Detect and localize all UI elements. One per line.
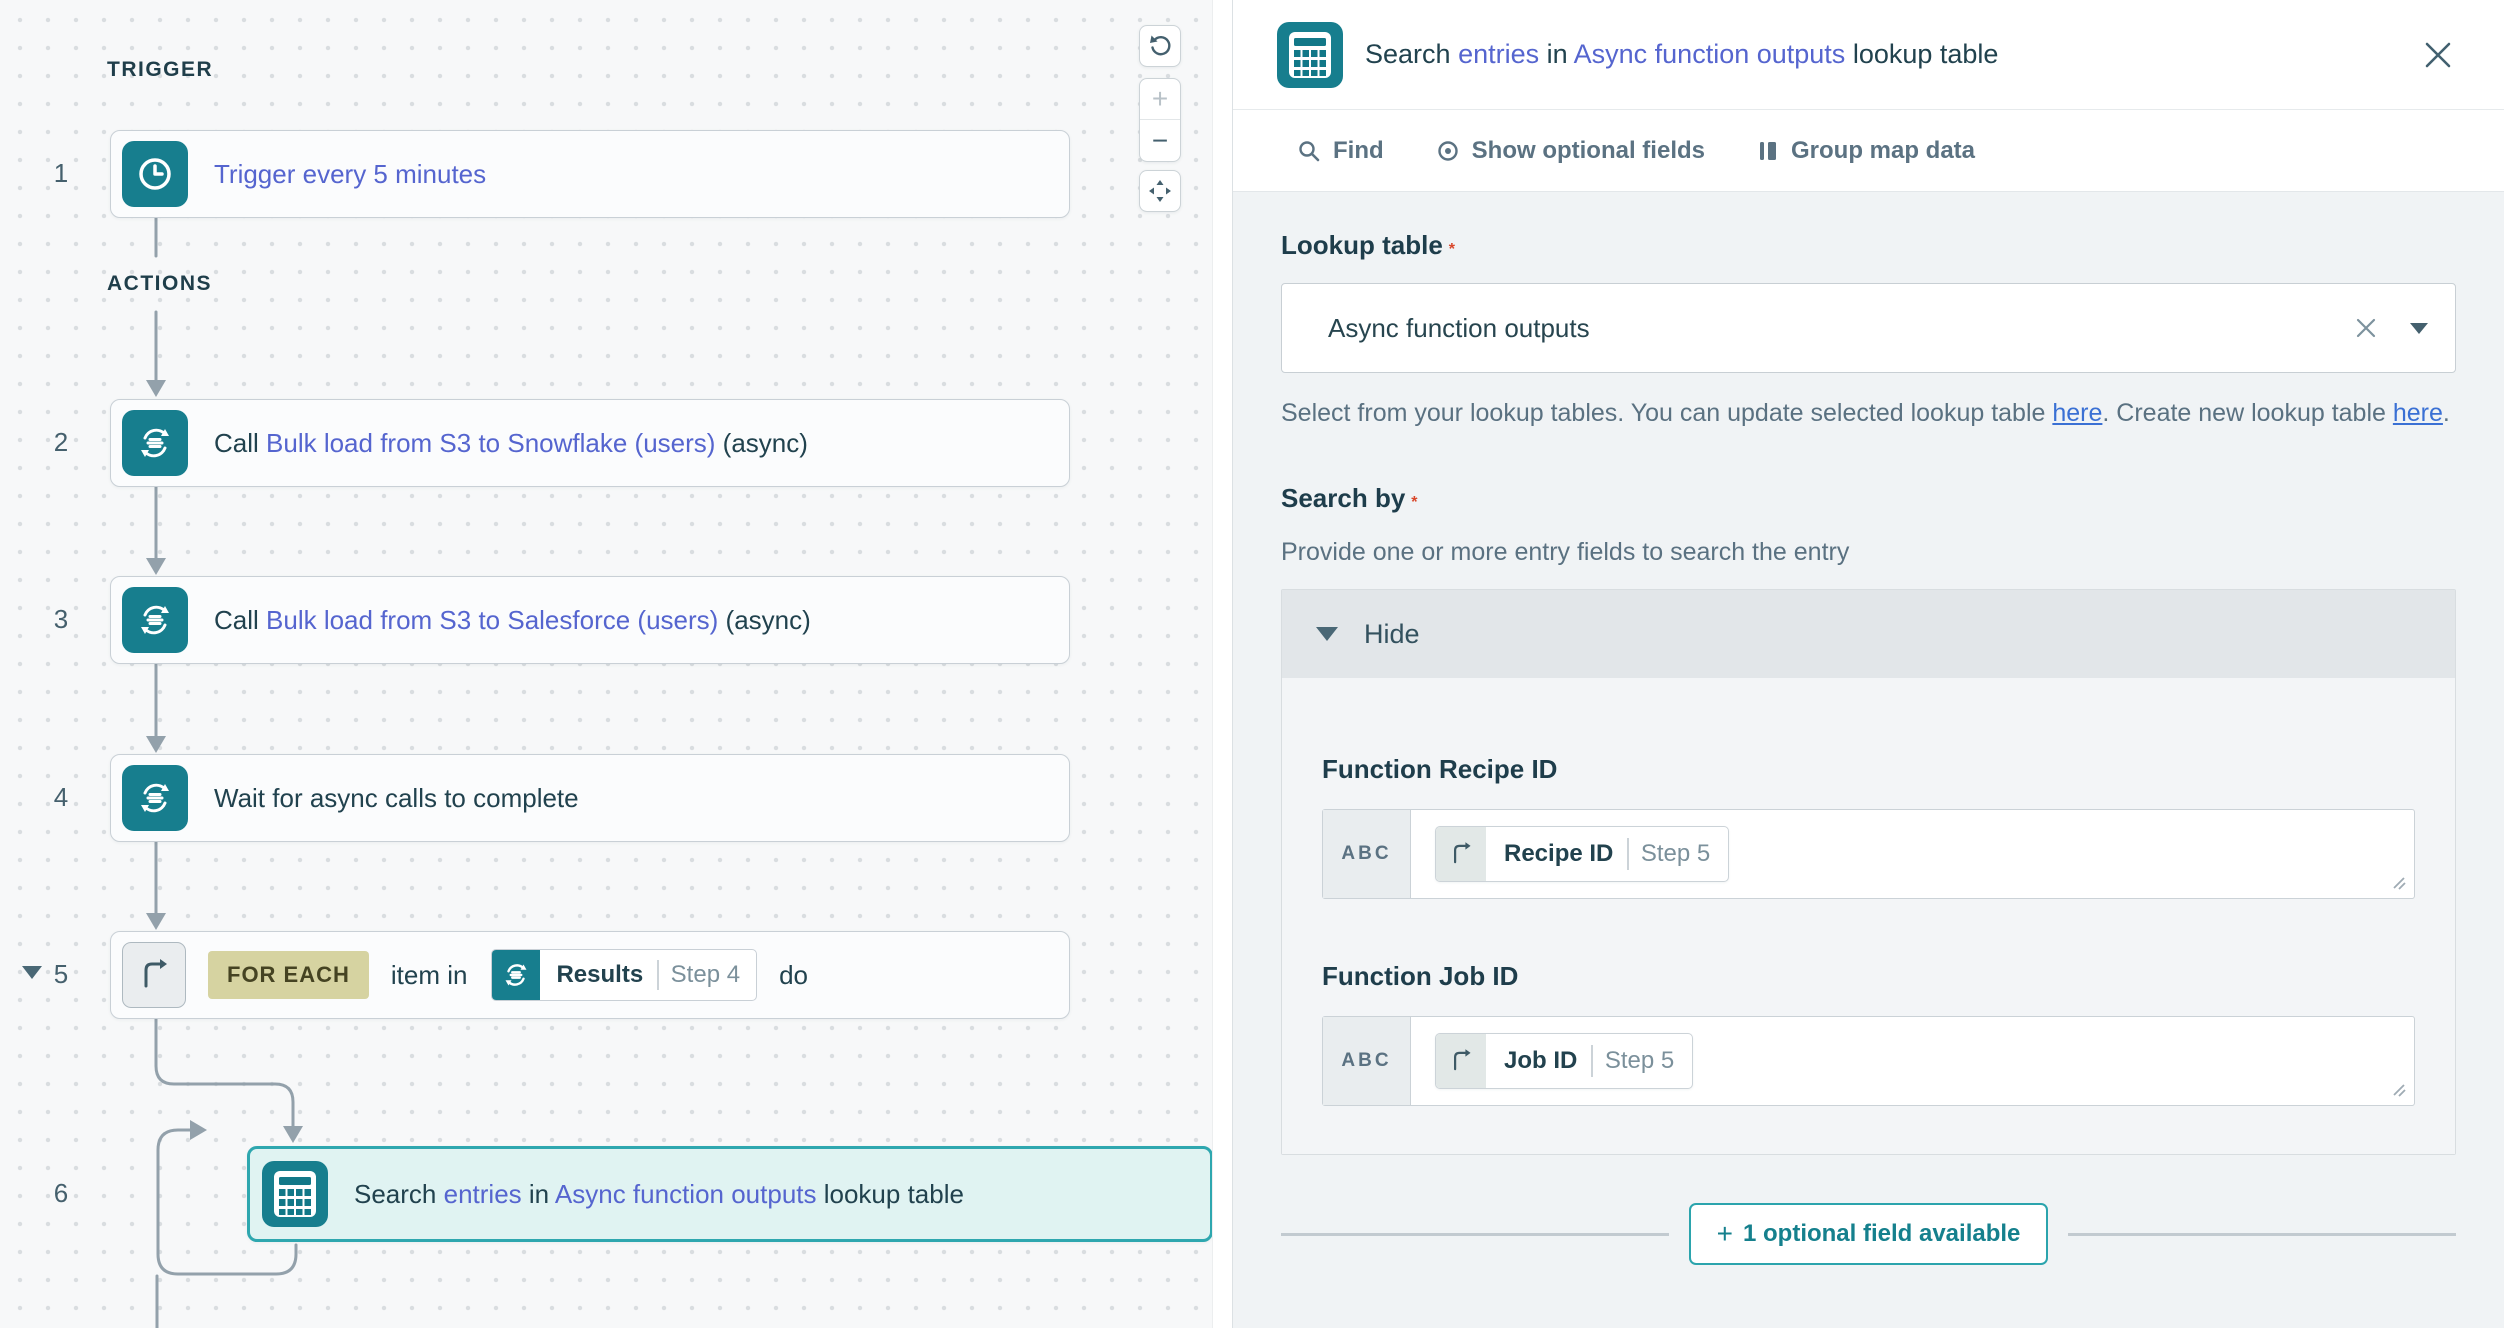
step-card-search-entries[interactable]: Search entries in Async function outputs… bbox=[247, 1146, 1213, 1242]
close-panel-button[interactable] bbox=[2416, 33, 2460, 77]
group-map-data-button[interactable]: Group map data bbox=[1757, 137, 1975, 165]
foreach-badge: FOR EACH bbox=[208, 951, 369, 999]
search-by-group: Hide Function Recipe ID ABC bbox=[1281, 589, 2456, 1155]
step-number: 3 bbox=[44, 604, 78, 635]
panel-body: Lookup table * Async function outputs Sel… bbox=[1233, 192, 2504, 1328]
recipe-function-icon bbox=[122, 587, 188, 653]
step-card-call-snowflake[interactable]: Call Bulk load from S3 to Snowflake (use… bbox=[110, 399, 1070, 487]
search-by-label: Search by bbox=[1281, 483, 1405, 513]
lookup-table-select[interactable]: Async function outputs bbox=[1281, 283, 2456, 373]
chevron-down-icon[interactable] bbox=[2409, 322, 2429, 335]
step-number: 6 bbox=[44, 1178, 78, 1209]
step-card-foreach[interactable]: FOR EACH item in Results Step 4 do bbox=[110, 931, 1070, 1019]
close-icon bbox=[2421, 38, 2455, 72]
function-recipe-id-input[interactable]: ABC Recipe ID Step 5 bbox=[1322, 809, 2415, 899]
resize-handle-icon[interactable] bbox=[2392, 1083, 2406, 1097]
lookup-table-field: Lookup table * Async function outputs Sel… bbox=[1281, 230, 2456, 433]
plus-icon: + bbox=[1717, 1218, 1733, 1250]
pan-icon bbox=[1147, 178, 1173, 204]
find-button[interactable]: Find bbox=[1297, 137, 1384, 165]
undo-button[interactable] bbox=[1139, 25, 1181, 67]
required-asterisk: * bbox=[1449, 241, 1455, 258]
add-optional-field-button[interactable]: + 1 optional field available bbox=[1689, 1203, 2049, 1265]
lookup-table-icon bbox=[1277, 22, 1343, 88]
recipe-id-datapill[interactable]: Recipe ID Step 5 bbox=[1435, 826, 1729, 882]
step-title: Call Bulk load from S3 to Snowflake (use… bbox=[214, 428, 808, 459]
text-type-tag: ABC bbox=[1323, 810, 1411, 898]
loop-icon bbox=[1436, 826, 1486, 882]
lookup-table-selected-value: Async function outputs bbox=[1328, 313, 2353, 344]
panel-header: Search entries in Async function outputs… bbox=[1233, 0, 2504, 110]
lookup-table-label: Lookup table bbox=[1281, 230, 1443, 260]
zoom-in-button[interactable]: + bbox=[1140, 79, 1180, 120]
step-number: 4 bbox=[44, 782, 78, 813]
item-in-label: item in bbox=[391, 960, 468, 991]
job-id-datapill[interactable]: Job ID Step 5 bbox=[1435, 1033, 1693, 1089]
loop-icon bbox=[122, 942, 186, 1008]
step-title: Trigger every 5 minutes bbox=[214, 159, 486, 190]
divider bbox=[1281, 1233, 1669, 1236]
function-job-id-input[interactable]: ABC Job ID Step 5 bbox=[1322, 1016, 2415, 1106]
do-label: do bbox=[779, 960, 808, 991]
zoom-controls: + − bbox=[1139, 78, 1181, 162]
lookup-table-help: Select from your lookup tables. You can … bbox=[1281, 393, 2456, 433]
recipe-function-icon bbox=[122, 765, 188, 831]
eye-icon bbox=[1436, 139, 1460, 163]
function-job-id-label: Function Job ID bbox=[1322, 961, 2415, 992]
zoom-out-button[interactable]: − bbox=[1140, 120, 1180, 161]
recipe-editor: TRIGGER ACTIONS 1 Trigger every 5 minute… bbox=[0, 0, 2504, 1328]
lookup-table-icon bbox=[262, 1161, 328, 1227]
optional-fields-row: + 1 optional field available bbox=[1281, 1203, 2456, 1265]
search-icon bbox=[1297, 139, 1321, 163]
step-config-panel: Search entries in Async function outputs… bbox=[1232, 0, 2504, 1328]
function-recipe-id-field: Function Recipe ID ABC Recipe ID bbox=[1322, 754, 2415, 899]
pill-step-ref: Step 4 bbox=[659, 961, 756, 989]
actions-section-label: ACTIONS bbox=[107, 272, 212, 296]
trigger-section-label: TRIGGER bbox=[107, 58, 213, 82]
undo-icon bbox=[1147, 33, 1173, 59]
panel-title: Search entries in Async function outputs… bbox=[1365, 39, 2416, 70]
search-by-hint: Provide one or more entry fields to sear… bbox=[1281, 538, 2456, 567]
caret-down-icon bbox=[1316, 627, 1338, 641]
required-asterisk: * bbox=[1411, 494, 1417, 511]
step-card-call-salesforce[interactable]: Call Bulk load from S3 to Salesforce (us… bbox=[110, 576, 1070, 664]
pill-label: Job ID bbox=[1486, 1047, 1591, 1075]
text-type-tag: ABC bbox=[1323, 1017, 1411, 1105]
resize-handle-icon[interactable] bbox=[2392, 876, 2406, 890]
step-title: Wait for async calls to complete bbox=[214, 783, 579, 814]
function-recipe-id-label: Function Recipe ID bbox=[1322, 754, 2415, 785]
update-lookup-table-link[interactable]: here bbox=[2052, 399, 2102, 427]
pill-step-ref: Step 5 bbox=[1593, 1047, 1692, 1075]
step-card-trigger[interactable]: Trigger every 5 minutes bbox=[110, 130, 1070, 218]
pill-label: Recipe ID bbox=[1486, 840, 1627, 868]
results-datapill[interactable]: Results Step 4 bbox=[491, 949, 757, 1001]
flow-canvas[interactable]: TRIGGER ACTIONS 1 Trigger every 5 minute… bbox=[0, 0, 1232, 1328]
clock-icon bbox=[122, 141, 188, 207]
step-number: 5 bbox=[44, 959, 78, 990]
search-by-fields: Function Recipe ID ABC Recipe ID bbox=[1282, 678, 2455, 1154]
function-job-id-field: Function Job ID ABC Job ID bbox=[1322, 961, 2415, 1106]
show-optional-fields-button[interactable]: Show optional fields bbox=[1436, 137, 1705, 165]
canvas-scroll-gutter bbox=[1212, 0, 1232, 1328]
create-lookup-table-link[interactable]: here bbox=[2393, 399, 2443, 427]
recipe-function-icon bbox=[122, 410, 188, 476]
pill-label: Results bbox=[540, 961, 657, 989]
pill-step-ref: Step 5 bbox=[1629, 840, 1728, 868]
search-by-field: Search by * Provide one or more entry fie… bbox=[1281, 483, 2456, 1265]
clear-selection-icon[interactable] bbox=[2353, 315, 2379, 341]
step-number: 2 bbox=[44, 427, 78, 458]
divider bbox=[2068, 1233, 2456, 1236]
step-title: Call Bulk load from S3 to Salesforce (us… bbox=[214, 605, 811, 636]
hide-toggle[interactable]: Hide bbox=[1282, 590, 2455, 678]
collapse-step-caret[interactable] bbox=[22, 966, 42, 979]
step-title: Search entries in Async function outputs… bbox=[354, 1179, 964, 1210]
recipe-function-icon bbox=[492, 949, 540, 1001]
group-columns-icon bbox=[1757, 139, 1779, 163]
loop-icon bbox=[1436, 1033, 1486, 1089]
step-card-wait-async[interactable]: Wait for async calls to complete bbox=[110, 754, 1070, 842]
step-number: 1 bbox=[44, 158, 78, 189]
panel-toolbar: Find Show optional fields Group map data bbox=[1233, 110, 2504, 192]
pan-button[interactable] bbox=[1139, 170, 1181, 212]
